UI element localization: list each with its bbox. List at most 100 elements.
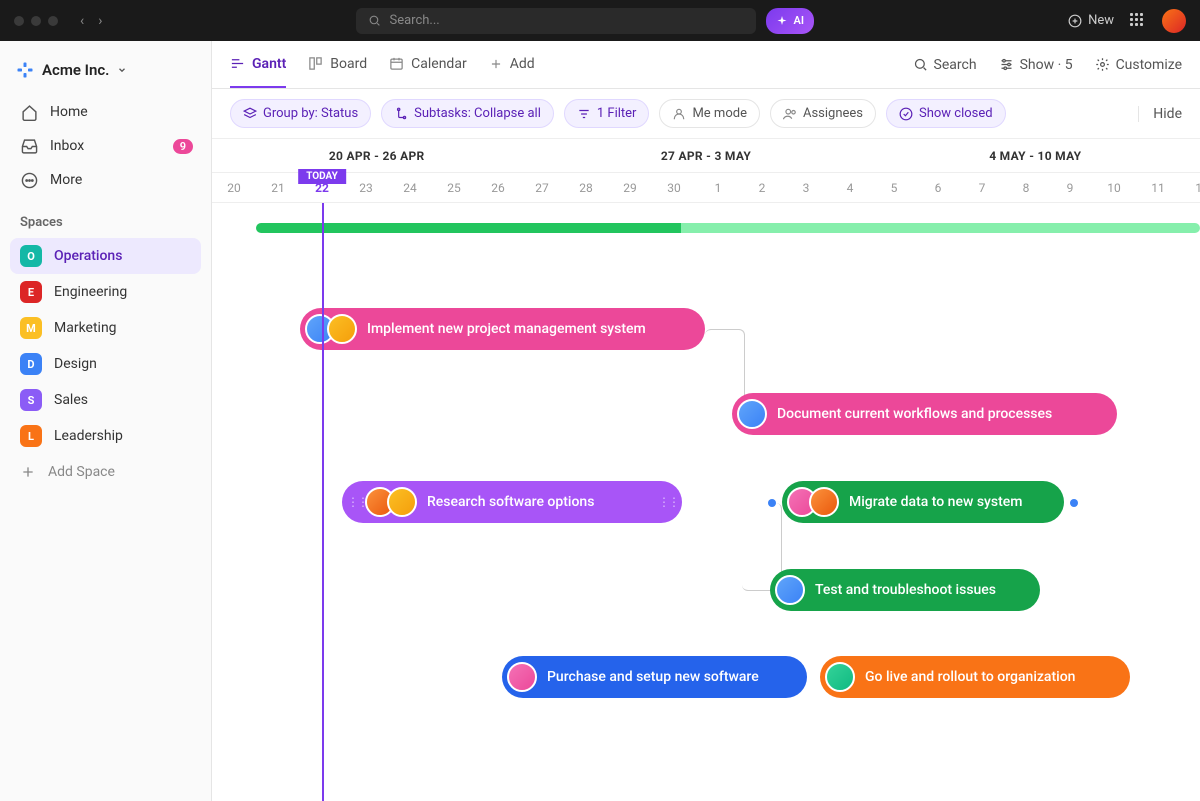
calendar-icon (389, 56, 404, 71)
day-header-row: 2021222324252627282930123456789101112 (212, 173, 1200, 203)
nav-back[interactable]: ‹ (80, 13, 84, 29)
task-bar[interactable]: Purchase and setup new software (502, 656, 807, 698)
ai-button[interactable]: AI (766, 8, 814, 34)
tab-add-view[interactable]: Add (489, 41, 535, 88)
nav-more[interactable]: More (10, 163, 201, 197)
plus-circle-icon (1068, 14, 1082, 28)
day-header[interactable]: 20 (212, 173, 256, 202)
day-header[interactable]: 27 (520, 173, 564, 202)
apps-icon[interactable] (1130, 13, 1146, 29)
minimize-window[interactable] (31, 16, 41, 26)
user-avatar[interactable] (1162, 9, 1186, 33)
day-header[interactable]: 12 (1180, 173, 1200, 202)
spaces-header: Spaces (10, 197, 201, 238)
avatar[interactable] (809, 487, 839, 517)
task-bar[interactable]: Test and troubleshoot issues (770, 569, 1040, 611)
drag-handle-icon[interactable]: ⋮⋮ (347, 495, 355, 509)
maximize-window[interactable] (48, 16, 58, 26)
filter-pill[interactable]: 1 Filter (564, 99, 650, 128)
space-item-design[interactable]: DDesign (10, 346, 201, 382)
nav-home[interactable]: Home (10, 95, 201, 129)
day-header[interactable]: 28 (564, 173, 608, 202)
day-header[interactable]: 24 (388, 173, 432, 202)
search-view-button[interactable]: Search (913, 57, 977, 73)
day-header[interactable]: 11 (1136, 173, 1180, 202)
space-item-leadership[interactable]: LLeadership (10, 418, 201, 454)
show-columns-button[interactable]: Show · 5 (999, 57, 1073, 73)
today-line (322, 203, 324, 801)
day-header[interactable]: 29 (608, 173, 652, 202)
avatar[interactable] (825, 662, 855, 692)
subtasks-pill[interactable]: Subtasks: Collapse all (381, 99, 554, 128)
space-label: Operations (54, 248, 122, 264)
task-bar[interactable]: Migrate data to new system (782, 481, 1064, 523)
hide-button[interactable]: Hide (1138, 106, 1182, 122)
day-header[interactable]: 9 (1048, 173, 1092, 202)
search-placeholder: Search... (389, 13, 439, 28)
filter-bar: Group by: Status Subtasks: Collapse all … (212, 89, 1200, 139)
view-tabs: Gantt Board Calendar Add Search Show · (212, 41, 1200, 89)
tab-gantt[interactable]: Gantt (230, 41, 286, 88)
task-avatars (825, 662, 855, 692)
assignees-pill[interactable]: Assignees (770, 99, 876, 128)
task-name: Test and troubleshoot issues (815, 582, 996, 598)
space-item-engineering[interactable]: EEngineering (10, 274, 201, 310)
nav-forward[interactable]: › (98, 13, 102, 29)
space-item-operations[interactable]: O Operations (10, 238, 201, 274)
space-badge: O (20, 245, 42, 267)
gear-icon (1095, 57, 1110, 72)
day-header[interactable]: 2 (740, 173, 784, 202)
tab-board[interactable]: Board (308, 41, 367, 88)
space-label: Marketing (54, 320, 117, 336)
space-item-marketing[interactable]: MMarketing (10, 310, 201, 346)
task-bar[interactable]: Go live and rollout to organization (820, 656, 1130, 698)
gantt-area[interactable]: Implement new project management system D… (212, 203, 1200, 801)
space-label: Design (54, 356, 97, 372)
day-header[interactable]: 26 (476, 173, 520, 202)
day-header[interactable]: 21 (256, 173, 300, 202)
avatar[interactable] (775, 575, 805, 605)
space-item-sales[interactable]: SSales (10, 382, 201, 418)
new-button[interactable]: New (1068, 13, 1114, 28)
me-mode-pill[interactable]: Me mode (659, 99, 760, 128)
space-label: Sales (54, 392, 88, 408)
day-header[interactable]: 10 (1092, 173, 1136, 202)
task-bar[interactable]: Implement new project management system (300, 308, 705, 350)
avatar[interactable] (737, 399, 767, 429)
customize-button[interactable]: Customize (1095, 57, 1182, 73)
sliders-icon (999, 57, 1014, 72)
workspace-switcher[interactable]: Acme Inc. (10, 55, 201, 95)
window-controls (14, 16, 58, 26)
day-header[interactable]: 23 (344, 173, 388, 202)
timeline: 20 APR - 26 APR27 APR - 3 MAY4 MAY - 10 … (212, 139, 1200, 801)
board-icon (308, 56, 323, 71)
sidebar: Acme Inc. Home Inbox 9 More Spaces O Oper… (0, 41, 212, 801)
inbox-badge: 9 (173, 139, 193, 154)
avatar[interactable] (507, 662, 537, 692)
day-header[interactable]: 30 (652, 173, 696, 202)
avatar[interactable] (327, 314, 357, 344)
dependency-dot (1070, 499, 1078, 507)
drag-handle-icon[interactable]: ⋮⋮ (658, 495, 666, 509)
add-space-button[interactable]: Add Space (10, 454, 201, 490)
day-header[interactable]: 5 (872, 173, 916, 202)
day-header[interactable]: 4 (828, 173, 872, 202)
day-header[interactable]: 3 (784, 173, 828, 202)
tab-calendar[interactable]: Calendar (389, 41, 467, 88)
search-input[interactable]: Search... (356, 8, 756, 34)
task-avatars (365, 487, 417, 517)
close-window[interactable] (14, 16, 24, 26)
week-header: 27 APR - 3 MAY (541, 139, 870, 172)
day-header[interactable]: 6 (916, 173, 960, 202)
show-closed-pill[interactable]: Show closed (886, 99, 1006, 128)
nav-inbox[interactable]: Inbox 9 (10, 129, 201, 163)
avatar[interactable] (387, 487, 417, 517)
day-header[interactable]: 25 (432, 173, 476, 202)
day-header[interactable]: 8 (1004, 173, 1048, 202)
day-header[interactable]: 7 (960, 173, 1004, 202)
task-bar[interactable]: Document current workflows and processes (732, 393, 1117, 435)
group-by-pill[interactable]: Group by: Status (230, 99, 371, 128)
task-bar[interactable]: ⋮⋮Research software options⋮⋮ (342, 481, 682, 523)
day-header[interactable]: 1 (696, 173, 740, 202)
week-header: 20 APR - 26 APR (212, 139, 541, 172)
